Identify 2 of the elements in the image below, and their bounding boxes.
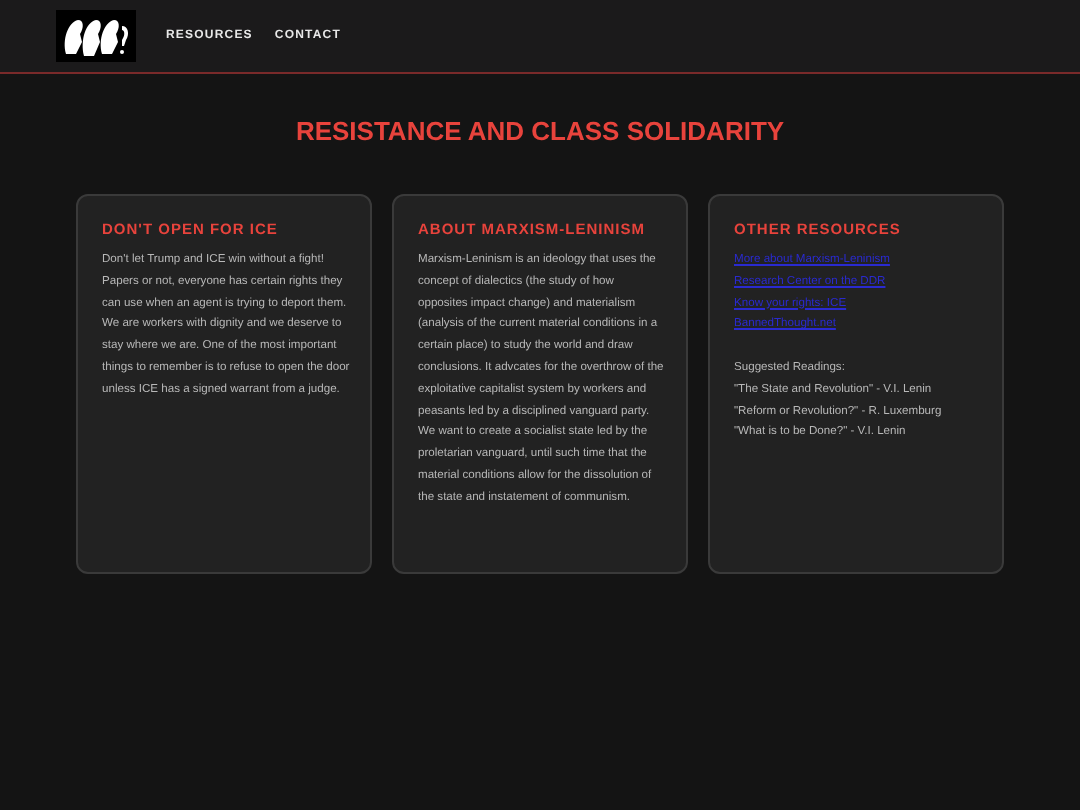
page-title: RESISTANCE AND CLASS SOLIDARITY	[293, 116, 787, 148]
logo-icon[interactable]	[56, 10, 136, 62]
